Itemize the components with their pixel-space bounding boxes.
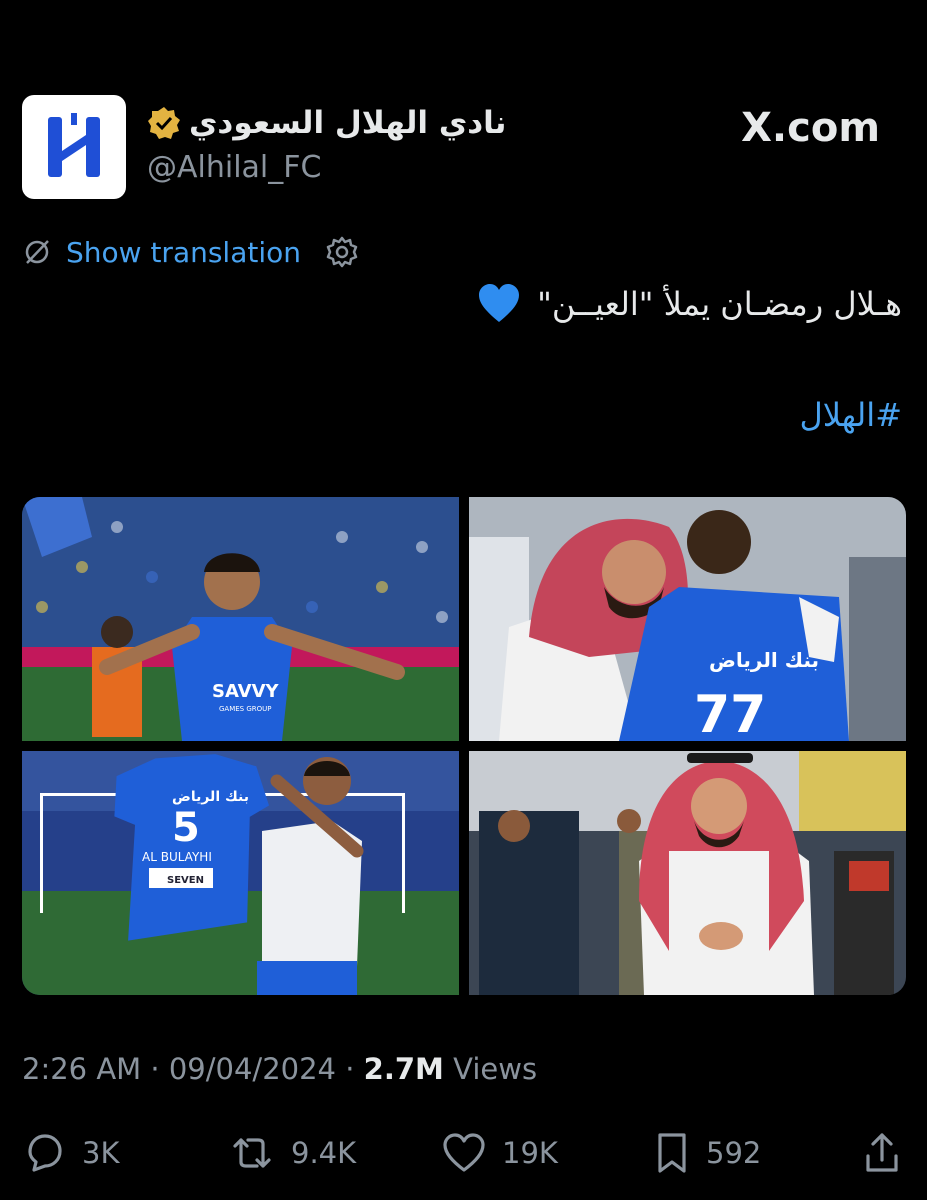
jersey-sponsor-badge: SEVEN [167,875,204,886]
repost-button[interactable]: 9.4K [227,1128,356,1178]
jersey-sponsor-subtext: GAMES GROUP [219,705,272,713]
jersey-sponsor-text: بنك الرياض [172,789,249,805]
reply-count: 3K [82,1136,120,1170]
gear-icon[interactable] [325,235,359,269]
show-translation-link[interactable]: Show translation [66,236,301,269]
meta-separator: · [141,1052,169,1086]
photo-3[interactable]: بنك الرياض 5 AL BULAYHI SEVEN [22,751,459,995]
hashtag-link[interactable]: #الهلال [799,396,902,434]
share-button[interactable] [862,1128,902,1178]
tweet-body: هـلال رمضـان يملأ "العيــن" [537,285,902,323]
jersey-sponsor-text: بنك الرياض [709,648,819,672]
like-button[interactable]: 19K [440,1128,558,1178]
player-celebrating-photo-icon: SAVVY GAMES GROUP [22,497,459,741]
account-display-name[interactable]: نادي الهلال السعودي [189,105,506,141]
repost-count: 9.4K [291,1136,357,1170]
bookmark-icon [658,1133,686,1173]
translate-globe-icon [25,240,49,264]
blue-heart-icon [479,284,520,322]
reply-icon [28,1134,62,1172]
photo-2[interactable]: بنك الرياض 77 [469,497,906,741]
tweet-header: نادي الهلال السعودي @Alhilal_FC X.com [22,95,902,205]
bookmark-button[interactable]: 592 [652,1128,761,1178]
reply-button[interactable]: 3K [22,1128,119,1178]
bookmark-count: 592 [706,1136,762,1170]
site-brand: X.com [741,105,880,151]
jersey-sponsor-text: SAVVY [212,681,280,702]
photo-4[interactable] [469,751,906,995]
translation-row[interactable]: Show translation [22,232,359,272]
share-icon [866,1133,898,1172]
tweet-text: هـلال رمضـان يملأ "العيــن" [477,282,902,326]
player-holding-shirt-photo-icon: بنك الرياض 5 AL BULAYHI SEVEN [22,751,459,995]
views-count: 2.7M [363,1052,444,1086]
jersey-number: 5 [172,805,200,851]
tweet-meta: 2:26 AM · 09/04/2024 · 2.7M Views [22,1052,537,1086]
verified-badge-icon [148,107,180,139]
jersey-number: 77 [694,685,766,741]
account-handle[interactable]: @Alhilal_FC [147,150,321,185]
like-count: 19K [502,1136,558,1170]
account-avatar[interactable] [22,95,126,199]
name-row: نادي الهلال السعودي [147,105,506,141]
tweet-time[interactable]: 2:26 AM [22,1052,141,1086]
media-grid: SAVVY GAMES GROUP بنك الرياض 77 بنك الري… [22,497,906,995]
heart-icon [443,1133,485,1172]
blue-heart-emoji [477,282,521,326]
official-in-stadium-photo-icon [469,751,906,995]
official-hugging-player-photo-icon: بنك الرياض 77 [469,497,906,741]
tweet-date[interactable]: 09/04/2024 [169,1052,336,1086]
repost-icon [233,1138,271,1168]
jersey-name: AL BULAYHI [142,850,212,864]
alhilal-logo-icon [48,113,100,177]
photo-1[interactable]: SAVVY GAMES GROUP [22,497,459,741]
tweet-actions: 3K 9.4K 19K 592 [22,1128,906,1178]
views-label: Views [443,1052,538,1086]
meta-separator-2: · [336,1052,364,1086]
